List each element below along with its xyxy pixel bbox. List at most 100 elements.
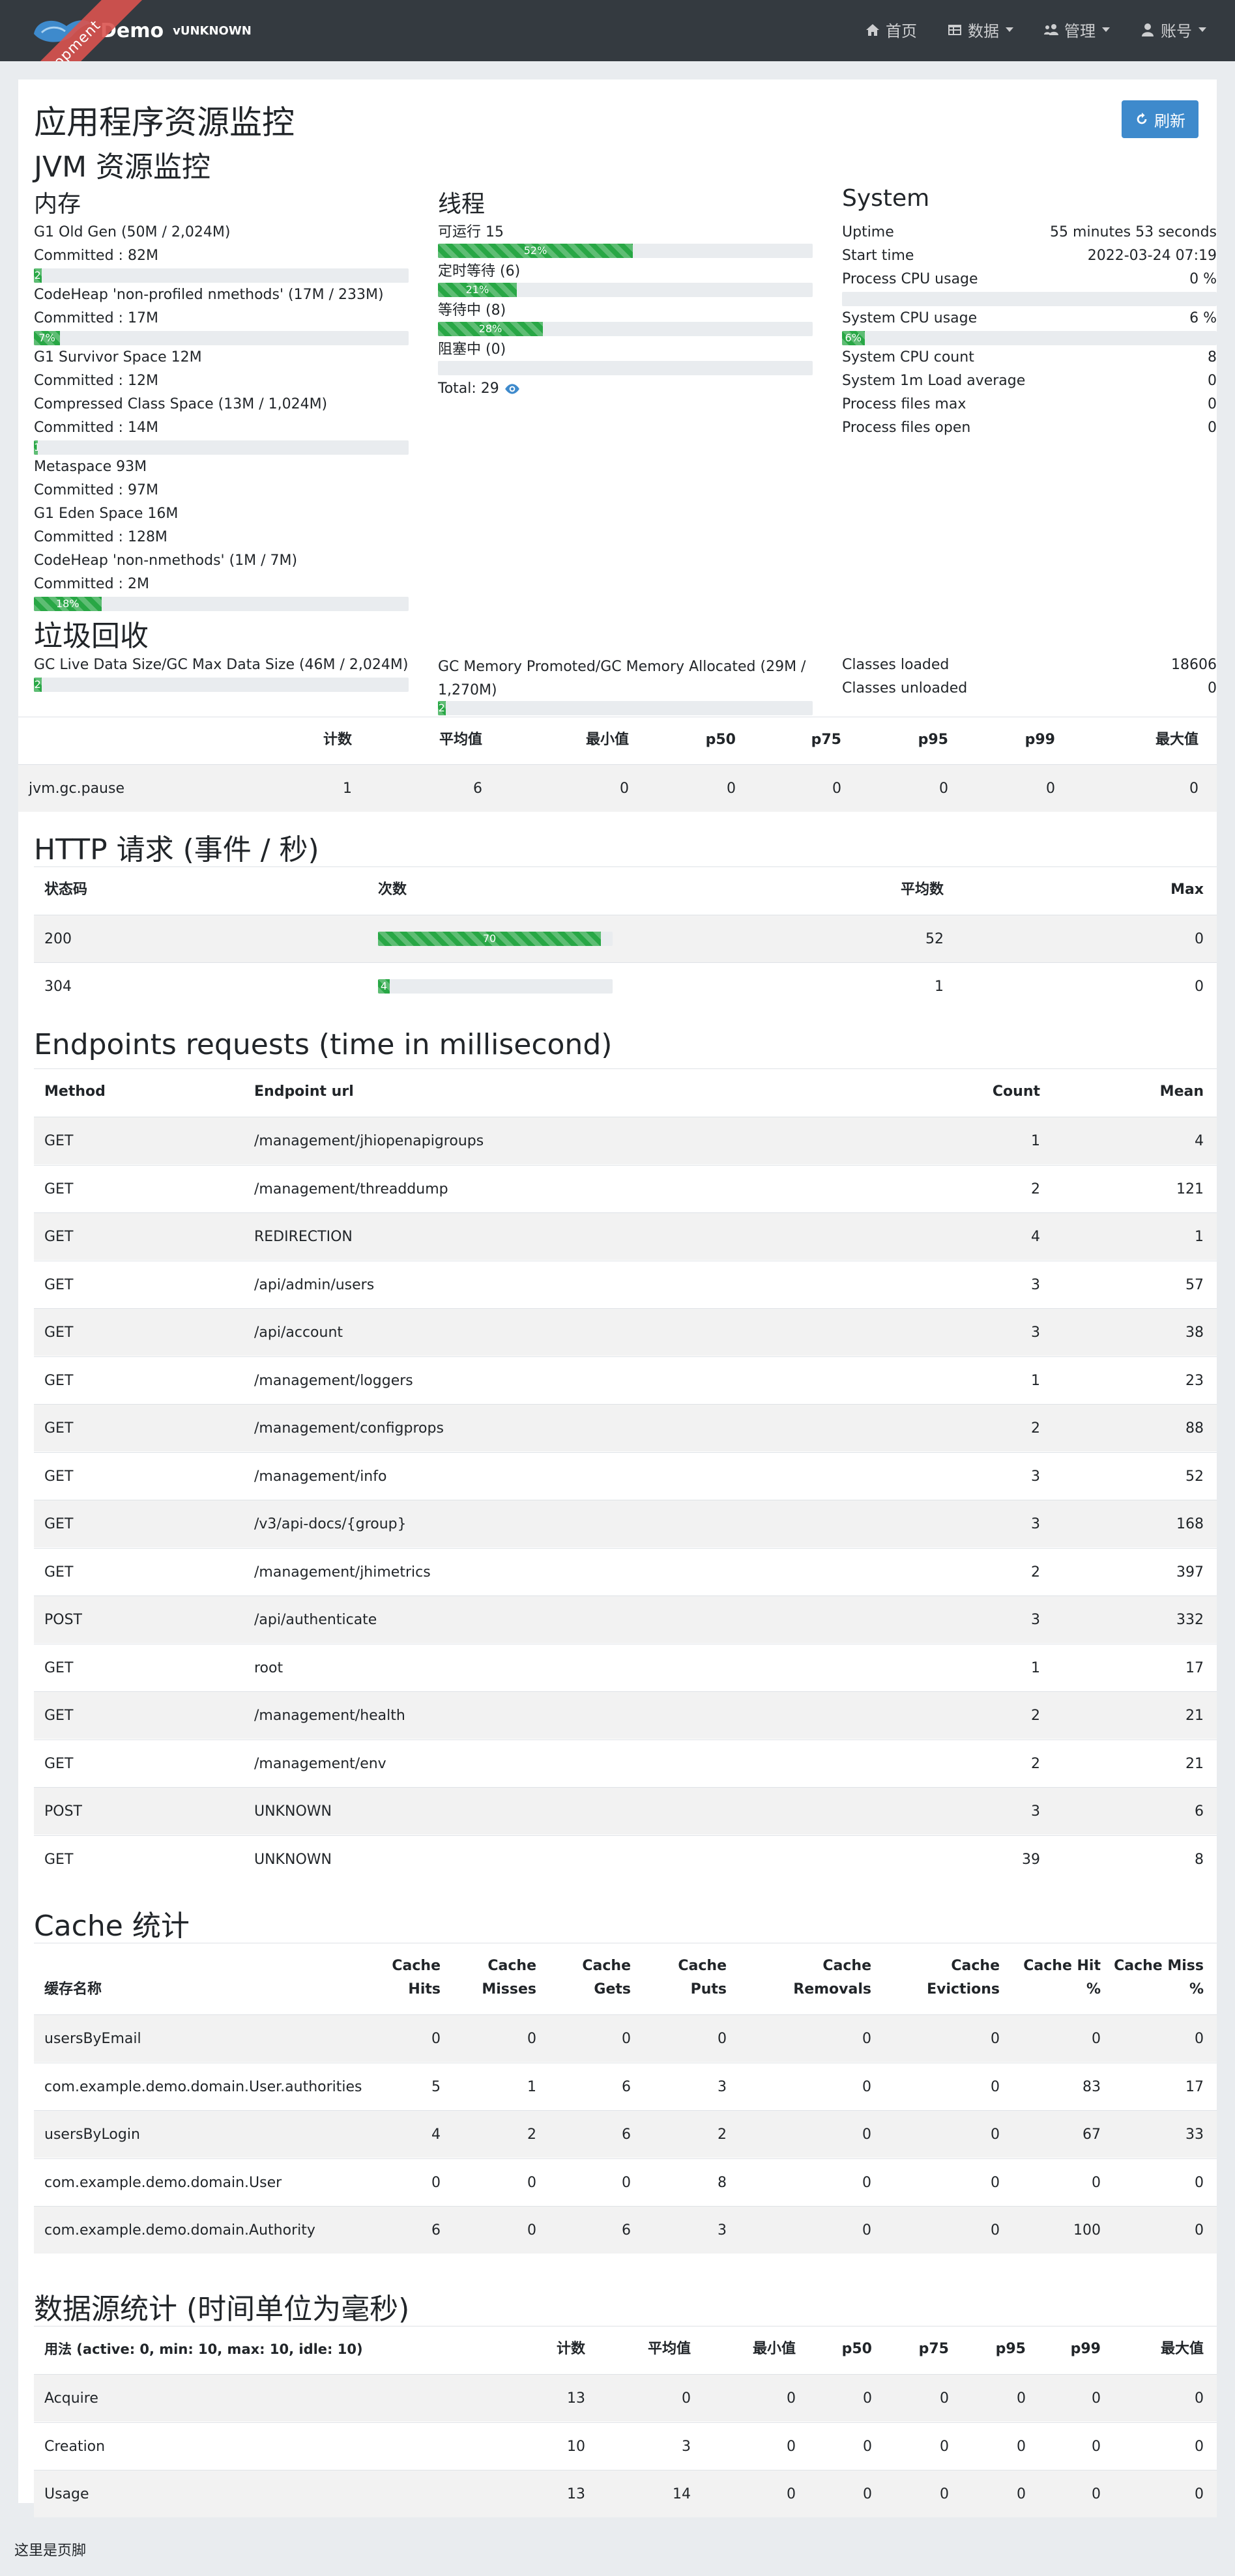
- nav-item-admin[interactable]: 管理: [1043, 18, 1110, 41]
- cache-value: 0: [527, 2031, 536, 2047]
- cache-header: Hits: [408, 1981, 441, 1997]
- table-row: Creation 10 3 0 0 0 0 0 0: [34, 2422, 1217, 2470]
- gc-metric-value: 6: [473, 780, 482, 797]
- gc-metric-name: jvm.gc.pause: [29, 780, 124, 797]
- datasource-value: 13: [567, 2390, 585, 2407]
- endpoint-count: 3: [1031, 1516, 1040, 1532]
- thread-state-label: 等待中 (8): [438, 302, 506, 319]
- memory-usage-bar-fill: 18%: [34, 597, 102, 611]
- nav-item-account[interactable]: 账号: [1140, 18, 1206, 41]
- endpoint-mean: 8: [1195, 1851, 1204, 1868]
- endpoint-mean: 17: [1185, 1659, 1204, 1676]
- process-cpu-bar: [842, 292, 1217, 306]
- datasource-value: 0: [863, 2438, 872, 2455]
- cache-value: 4: [431, 2126, 441, 2143]
- gc-table-header: p99: [1024, 732, 1055, 748]
- datasource-header: 计数: [556, 2341, 585, 2357]
- memory-usage-bar: 1: [34, 440, 409, 455]
- cache-value: 0: [991, 2078, 1000, 2095]
- endpoint-count: 2: [1031, 1755, 1040, 1772]
- http-mean-value: 1: [935, 979, 944, 995]
- cache-value: 0: [862, 2078, 871, 2095]
- datasource-header: p95: [995, 2341, 1026, 2357]
- endpoint-url: /management/info: [254, 1468, 387, 1485]
- cache-value: 2: [718, 2126, 727, 2143]
- nav-item-home[interactable]: 首页: [865, 18, 917, 41]
- gc-title: 垃圾回收: [34, 620, 149, 653]
- thread-state-label: 阻塞中 (0): [438, 341, 506, 358]
- gc-table-header: 计数: [323, 732, 352, 748]
- navbar: Development Demo vUNKNOWN 首页 数据 管理 账号: [0, 0, 1235, 61]
- footer: 这里是页脚: [0, 2537, 1235, 2576]
- user-icon: [1142, 23, 1154, 36]
- gc-live-label: GC Live Data Size/GC Max Data Size (46M …: [34, 657, 409, 673]
- endpoint-url: /management/health: [254, 1708, 405, 1724]
- cache-header: Cache Hit: [1023, 1958, 1101, 1974]
- uptime-value: 55 minutes 53 seconds: [1050, 224, 1217, 240]
- datasource-value: 0: [1092, 2390, 1101, 2407]
- datasource-value: 10: [567, 2438, 585, 2455]
- endpoint-method: GET: [44, 1133, 74, 1149]
- endpoint-count: 1: [1031, 1372, 1040, 1389]
- cache-value: 2: [527, 2126, 536, 2143]
- gc-metric-value: 0: [939, 780, 948, 797]
- cache-value: 0: [862, 2031, 871, 2047]
- datasource-value: 0: [863, 2390, 872, 2407]
- http-header-max: Max: [1170, 881, 1204, 898]
- cache-header: Evictions: [927, 1981, 1000, 1997]
- thread-state-bar: 28%: [438, 322, 813, 336]
- cache-value: 3: [718, 2078, 727, 2095]
- cache-value: 6: [622, 2222, 631, 2239]
- memory-usage-bar-fill: 2: [34, 268, 42, 283]
- gc-metric-value: 0: [620, 780, 629, 797]
- cache-header: Cache: [822, 1958, 871, 1974]
- table-row: GET/management/health 2 21: [34, 1691, 1217, 1739]
- gc-metric-value: 0: [832, 780, 841, 797]
- gc-table-header: 最小值: [585, 732, 629, 748]
- cache-value: 0: [431, 2174, 441, 2191]
- system-title: System: [842, 185, 930, 212]
- endpoint-method: GET: [44, 1229, 74, 1245]
- endpoints-title: Endpoints requests (time in millisecond): [34, 1028, 613, 1061]
- endpoint-mean: 57: [1185, 1276, 1204, 1293]
- gc-table-header: 平均值: [439, 732, 482, 748]
- http-header-count: 次数: [378, 881, 407, 898]
- http-max-value: 0: [1195, 979, 1204, 995]
- cache-header: Removals: [793, 1981, 871, 1997]
- endpoint-method: GET: [44, 1420, 74, 1437]
- datasource-value: 0: [940, 2438, 949, 2455]
- datasource-value: 0: [1092, 2438, 1101, 2455]
- system-cpu-value: 6 %: [1189, 310, 1217, 326]
- endpoint-url: REDIRECTION: [254, 1229, 353, 1245]
- table-row: Acquire 13 0 0 0 0 0 0 0: [34, 2374, 1217, 2422]
- cache-value: 67: [1082, 2126, 1101, 2143]
- endpoint-method: GET: [44, 1516, 74, 1532]
- gc-promoted-bar-fill: 2: [438, 701, 446, 715]
- memory-item-committed: Committed : 97M: [34, 482, 158, 498]
- table-row: GET/api/admin/users 3 57: [34, 1260, 1217, 1308]
- endpoint-url: /management/jhiopenapigroups: [254, 1133, 484, 1149]
- start-time-value: 2022-03-24 07:19: [1087, 248, 1217, 264]
- eye-icon[interactable]: [504, 380, 521, 397]
- home-icon: [866, 23, 879, 36]
- threads-total[interactable]: Total: 29: [438, 379, 521, 399]
- table-row: 200 70 52 0: [34, 915, 1217, 962]
- gc-metric-value: 0: [1189, 780, 1199, 797]
- endpoint-mean: 23: [1185, 1372, 1204, 1389]
- endpoint-count: 2: [1031, 1564, 1040, 1581]
- users-cog-icon: [1044, 23, 1058, 35]
- endpoint-count: 1: [1031, 1659, 1040, 1676]
- refresh-button[interactable]: 刷新: [1122, 100, 1199, 138]
- datasource-metric-name: Acquire: [44, 2390, 98, 2407]
- endpoint-count: 3: [1031, 1468, 1040, 1485]
- cache-value: 0: [991, 2222, 1000, 2239]
- endpoint-mean: 6: [1195, 1803, 1204, 1820]
- datasource-header: p99: [1070, 2341, 1101, 2357]
- nav-item-entities[interactable]: 数据: [947, 18, 1013, 41]
- endpoints-header-count: Count: [992, 1083, 1040, 1100]
- http-status-code: 304: [44, 979, 72, 995]
- gc-metric-value: 0: [1046, 780, 1055, 797]
- endpoint-count: 2: [1031, 1181, 1040, 1197]
- cache-value: 33: [1185, 2126, 1204, 2143]
- system-cpu-bar: 6%: [842, 331, 1217, 345]
